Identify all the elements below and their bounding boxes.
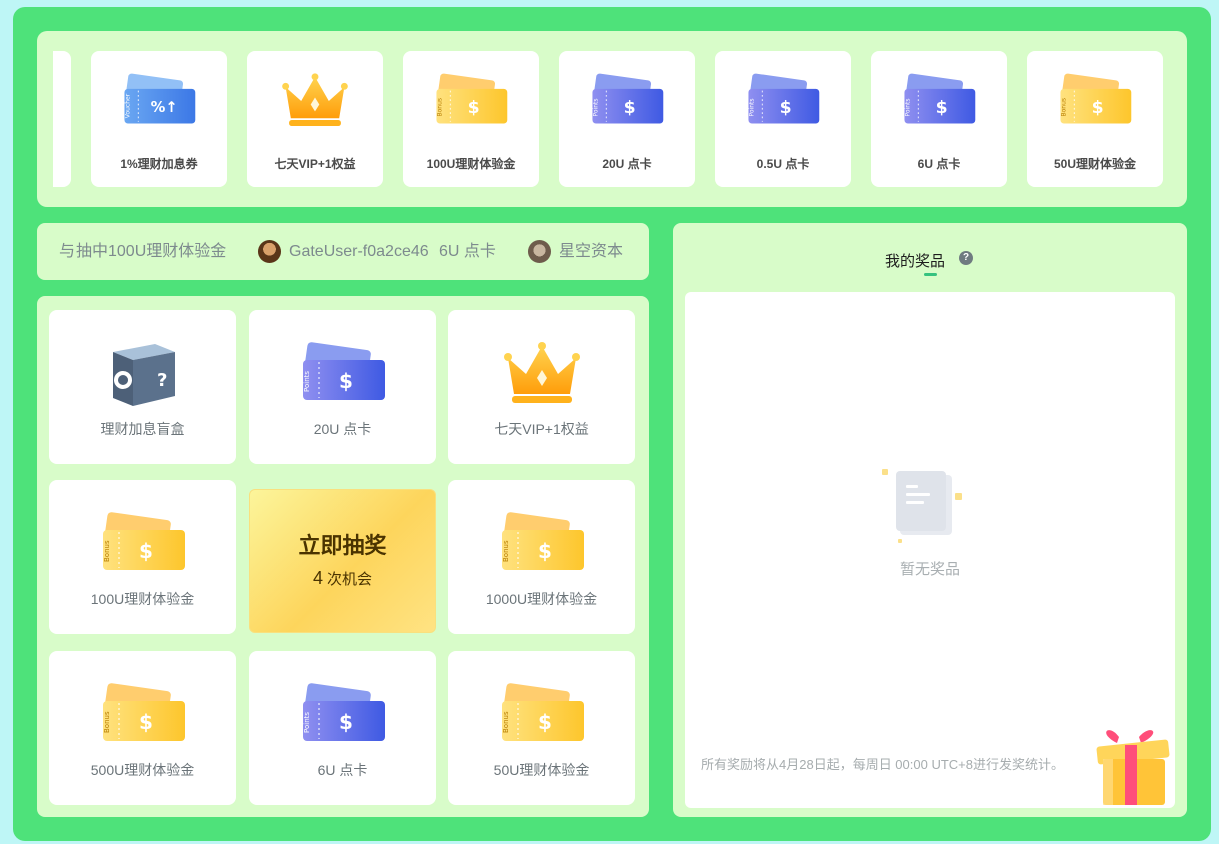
grid-prize-label: 100U理财体验金	[90, 591, 195, 607]
points-ticket-icon	[745, 71, 821, 131]
blind-box-icon	[99, 340, 187, 408]
prize-card-label: 七天VIP+1权益	[274, 157, 356, 171]
grid-prize-cell: 6U 点卡	[249, 651, 436, 805]
gift-box-icon	[1096, 730, 1170, 805]
prize-card-label: 20U 点卡	[602, 157, 652, 171]
grid-prize-cell: 七天VIP+1权益	[448, 310, 635, 464]
ticker-fragment: 与	[59, 243, 76, 260]
bonus-ticket-icon	[498, 510, 586, 578]
prize-card: 0.5U 点卡	[715, 51, 851, 187]
empty-document-icon	[882, 469, 962, 543]
empty-state-text: 暂无奖品	[899, 561, 960, 578]
bonus-ticket-icon	[99, 510, 187, 578]
prize-card-partial	[53, 51, 71, 187]
prize-card: 50U理财体验金	[1027, 51, 1163, 187]
winner-ticker: 与 抽中100U理财体验金 GateUser-f0a2ce46 6U 点卡 星空…	[37, 223, 649, 280]
ticker-username: 星空资本	[559, 243, 624, 260]
prize-card: 20U 点卡	[559, 51, 695, 187]
bonus-ticket-icon	[1057, 71, 1133, 131]
ticker-prize: 6U 点卡	[439, 243, 496, 260]
avatar	[528, 240, 551, 263]
draw-chance-count: 4	[312, 568, 323, 588]
bonus-ticket-icon	[498, 681, 586, 749]
prize-card: 100U理财体验金	[403, 51, 539, 187]
crown-icon	[498, 340, 586, 408]
distribution-note: 所有奖励将从4月28日起，每周日 00:00 UTC+8进行发奖统计。	[701, 757, 1064, 772]
grid-prize-cell: 50U理财体验金	[448, 651, 635, 805]
prize-card-label: 100U理财体验金	[426, 157, 516, 171]
ticker-username: GateUser-f0a2ce46	[289, 243, 429, 260]
grid-prize-cell: 1000U理财体验金	[448, 480, 635, 634]
grid-prize-cell: 理财加息盲盒	[49, 310, 236, 464]
grid-prize-label: 50U理财体验金	[493, 762, 590, 778]
grid-prize-cell: 20U 点卡	[249, 310, 436, 464]
grid-prize-label: 理财加息盲盒	[100, 421, 185, 437]
grid-prize-label: 20U 点卡	[313, 421, 372, 437]
bonus-ticket-icon	[433, 71, 509, 131]
prize-card-label: 1%理财加息券	[120, 157, 198, 171]
draw-chances: 4 次机会	[250, 568, 435, 589]
tab-indicator	[924, 273, 937, 276]
prize-card: 1%理财加息券	[91, 51, 227, 187]
draw-button-title: 立即抽奖	[298, 533, 387, 558]
avatar	[258, 240, 281, 263]
grid-prize-label: 500U理财体验金	[90, 762, 195, 778]
draw-now-button[interactable]: 立即抽奖 4 次机会	[249, 489, 436, 633]
prize-card: 七天VIP+1权益	[247, 51, 383, 187]
help-icon[interactable]: ?	[959, 251, 973, 265]
grid-prize-label: 1000U理财体验金	[485, 591, 598, 607]
prize-card-label: 0.5U 点卡	[756, 157, 810, 171]
points-ticket-icon	[299, 340, 387, 408]
ticker-prize: 抽中100U理财体验金	[76, 243, 227, 260]
tab-my-prizes[interactable]: 我的奖品	[885, 250, 945, 271]
draw-chance-suffix: 次机会	[327, 571, 373, 588]
grid-prize-cell: 500U理财体验金	[49, 651, 236, 805]
bonus-ticket-icon	[99, 681, 187, 749]
prize-card-label: 6U 点卡	[917, 157, 961, 171]
points-ticket-icon	[589, 71, 665, 131]
prize-strip: 1%理财加息券 七天VIP+1权益 100U理财体验金 20U 点卡 0.5U …	[37, 31, 1187, 207]
lottery-grid: 理财加息盲盒 20U 点卡 七天VIP+1权益 100U理财体验金 立即抽奖 4…	[37, 296, 649, 817]
grid-prize-label: 七天VIP+1权益	[494, 421, 589, 437]
grid-prize-label: 6U 点卡	[317, 762, 368, 778]
grid-prize-cell: 100U理财体验金	[49, 480, 236, 634]
my-prizes-panel: 我的奖品 ? 暂无奖品 所有奖励将从4月28日起，每周日 00:00 UTC+8…	[673, 223, 1187, 817]
points-ticket-icon	[299, 681, 387, 749]
points-ticket-icon	[901, 71, 977, 131]
percent-coupon-icon	[121, 71, 197, 131]
crown-icon	[277, 71, 353, 131]
prize-card: 6U 点卡	[871, 51, 1007, 187]
prize-card-label: 50U理财体验金	[1053, 157, 1136, 171]
